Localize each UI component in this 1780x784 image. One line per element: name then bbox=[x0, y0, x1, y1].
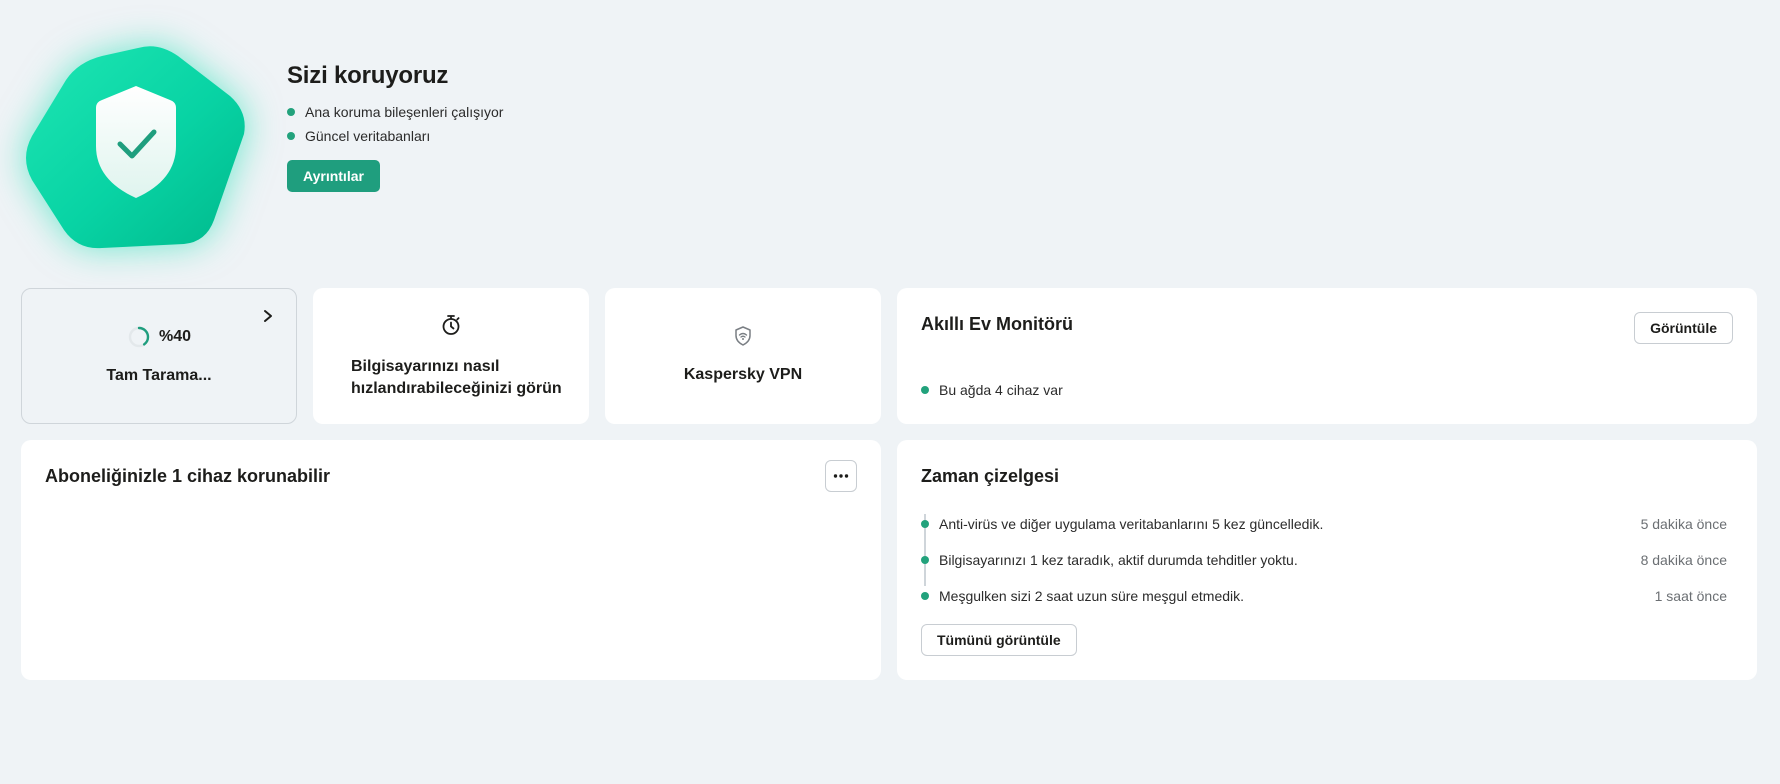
timeline-item: Bilgisayarınızı 1 kez taradık, aktif dur… bbox=[921, 542, 1727, 578]
subscription-title: Aboneliğinizle 1 cihaz korunabilir bbox=[45, 466, 331, 486]
timeline-list: Anti-virüs ve diğer uygulama veritabanla… bbox=[921, 506, 1727, 614]
progress-ring-icon bbox=[128, 326, 150, 348]
more-dots-icon bbox=[833, 474, 849, 478]
speed-up-label: Bilgisayarınızı nasıl hızlandırabileceği… bbox=[351, 358, 562, 397]
details-button[interactable]: Ayrıntılar bbox=[287, 160, 380, 192]
timeline-item-text: Bilgisayarınızı 1 kez taradık, aktif dur… bbox=[939, 552, 1298, 568]
hero-protection-logo bbox=[18, 30, 248, 260]
smart-home-monitor-card: Akıllı Ev Monitörü Görüntüle Bu ağda 4 c… bbox=[897, 288, 1757, 424]
status-item-label: Güncel veritabanları bbox=[305, 128, 431, 144]
timeline-item-time: 5 dakika önce bbox=[1640, 516, 1727, 532]
timeline-dot-icon bbox=[921, 520, 929, 528]
chevron-right-icon bbox=[264, 310, 272, 322]
status-item: Ana koruma bileşenleri çalışıyor bbox=[287, 100, 503, 124]
view-smart-home-button[interactable]: Görüntüle bbox=[1634, 312, 1733, 344]
scan-progress: %40 bbox=[22, 325, 296, 349]
timeline-dot-icon bbox=[921, 592, 929, 600]
speed-up-tile[interactable]: Bilgisayarınızı nasıl hızlandırabileceği… bbox=[313, 288, 589, 424]
status-dot-icon bbox=[287, 132, 295, 140]
timeline-item-text: Meşgulken sizi 2 saat uzun süre meşgul e… bbox=[939, 588, 1245, 604]
status-dot-icon bbox=[921, 386, 929, 394]
timeline-title: Zaman çizelgesi bbox=[921, 466, 1060, 486]
timeline-item-text: Anti-virüs ve diğer uygulama veritabanla… bbox=[939, 516, 1324, 532]
vpn-shield-wifi-icon bbox=[735, 326, 751, 346]
timeline-card: Zaman çizelgesi Anti-virüs ve diğer uygu… bbox=[897, 440, 1757, 680]
subscription-card: Aboneliğinizle 1 cihaz korunabilir bbox=[21, 440, 881, 680]
status-item-label: Ana koruma bileşenleri çalışıyor bbox=[305, 104, 504, 120]
timeline-item-time: 8 dakika önce bbox=[1640, 552, 1727, 568]
timeline-item-time: 1 saat önce bbox=[1654, 588, 1727, 604]
full-scan-tile[interactable]: %40 Tam Tarama... bbox=[21, 288, 297, 424]
smart-home-status: Bu ağda 4 cihaz var bbox=[921, 382, 1063, 398]
smart-home-title: Akıllı Ev Monitörü bbox=[921, 314, 1074, 334]
timeline-dot-icon bbox=[921, 556, 929, 564]
hero-status-list: Ana koruma bileşenleri çalışıyor Güncel … bbox=[287, 100, 503, 148]
status-item: Güncel veritabanları bbox=[287, 124, 503, 148]
view-all-timeline-button[interactable]: Tümünü görüntüle bbox=[921, 624, 1077, 656]
shield-check-icon bbox=[96, 86, 176, 198]
stopwatch-icon bbox=[442, 315, 460, 335]
vpn-tile[interactable]: Kaspersky VPN bbox=[605, 288, 881, 424]
status-dot-icon bbox=[287, 108, 295, 116]
more-options-button[interactable] bbox=[825, 460, 857, 492]
smart-home-status-text: Bu ağda 4 cihaz var bbox=[939, 382, 1063, 398]
page-title: Sizi koruyoruz bbox=[287, 62, 449, 89]
vpn-label: Kaspersky VPN bbox=[683, 366, 803, 383]
timeline-item: Meşgulken sizi 2 saat uzun süre meşgul e… bbox=[921, 578, 1727, 614]
scan-label: Tam Tarama... bbox=[106, 367, 212, 384]
timeline-item: Anti-virüs ve diğer uygulama veritabanla… bbox=[921, 506, 1727, 542]
scan-percent: %40 bbox=[158, 328, 192, 345]
hero-status: Sizi koruyoruz Ana koruma bileşenleri ça… bbox=[287, 62, 503, 192]
